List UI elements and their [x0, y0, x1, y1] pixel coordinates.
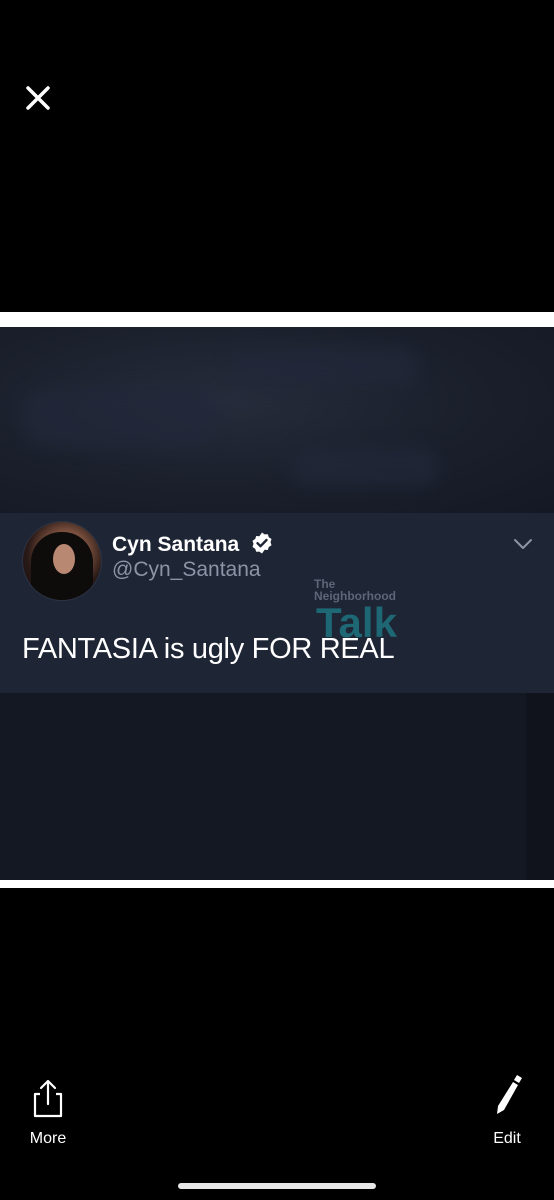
blur-shape — [230, 347, 420, 387]
edit-button[interactable]: Edit — [482, 1070, 532, 1147]
bottom-toolbar: More Edit — [0, 1060, 554, 1200]
avatar — [22, 521, 102, 601]
verified-badge-icon — [252, 532, 272, 554]
close-icon — [26, 86, 50, 110]
image-lower-area — [0, 693, 554, 880]
more-label: More — [29, 1130, 67, 1147]
image-edge-shade — [526, 693, 554, 880]
blur-shape — [20, 387, 220, 447]
tweet-text: FANTASIA is ugly FOR REAL — [22, 633, 395, 665]
chevron-down-icon — [514, 539, 532, 549]
pencil-icon — [497, 1075, 522, 1114]
tweet-card: Cyn Santana @Cyn_Santana The Neighborhoo… — [0, 513, 554, 693]
display-name: Cyn Santana — [112, 533, 240, 556]
user-handle: @Cyn_Santana — [112, 558, 261, 581]
avatar-face — [53, 544, 75, 574]
share-icon — [33, 1079, 63, 1118]
blurred-background — [0, 327, 554, 513]
home-indicator[interactable] — [178, 1183, 376, 1189]
blur-shape — [290, 447, 440, 487]
close-button[interactable] — [22, 82, 54, 114]
screenshot-image: Cyn Santana @Cyn_Santana The Neighborhoo… — [0, 327, 554, 880]
photo-frame: Cyn Santana @Cyn_Santana The Neighborhoo… — [0, 312, 554, 888]
more-button[interactable]: More — [22, 1070, 74, 1147]
edit-label: Edit — [493, 1130, 521, 1147]
